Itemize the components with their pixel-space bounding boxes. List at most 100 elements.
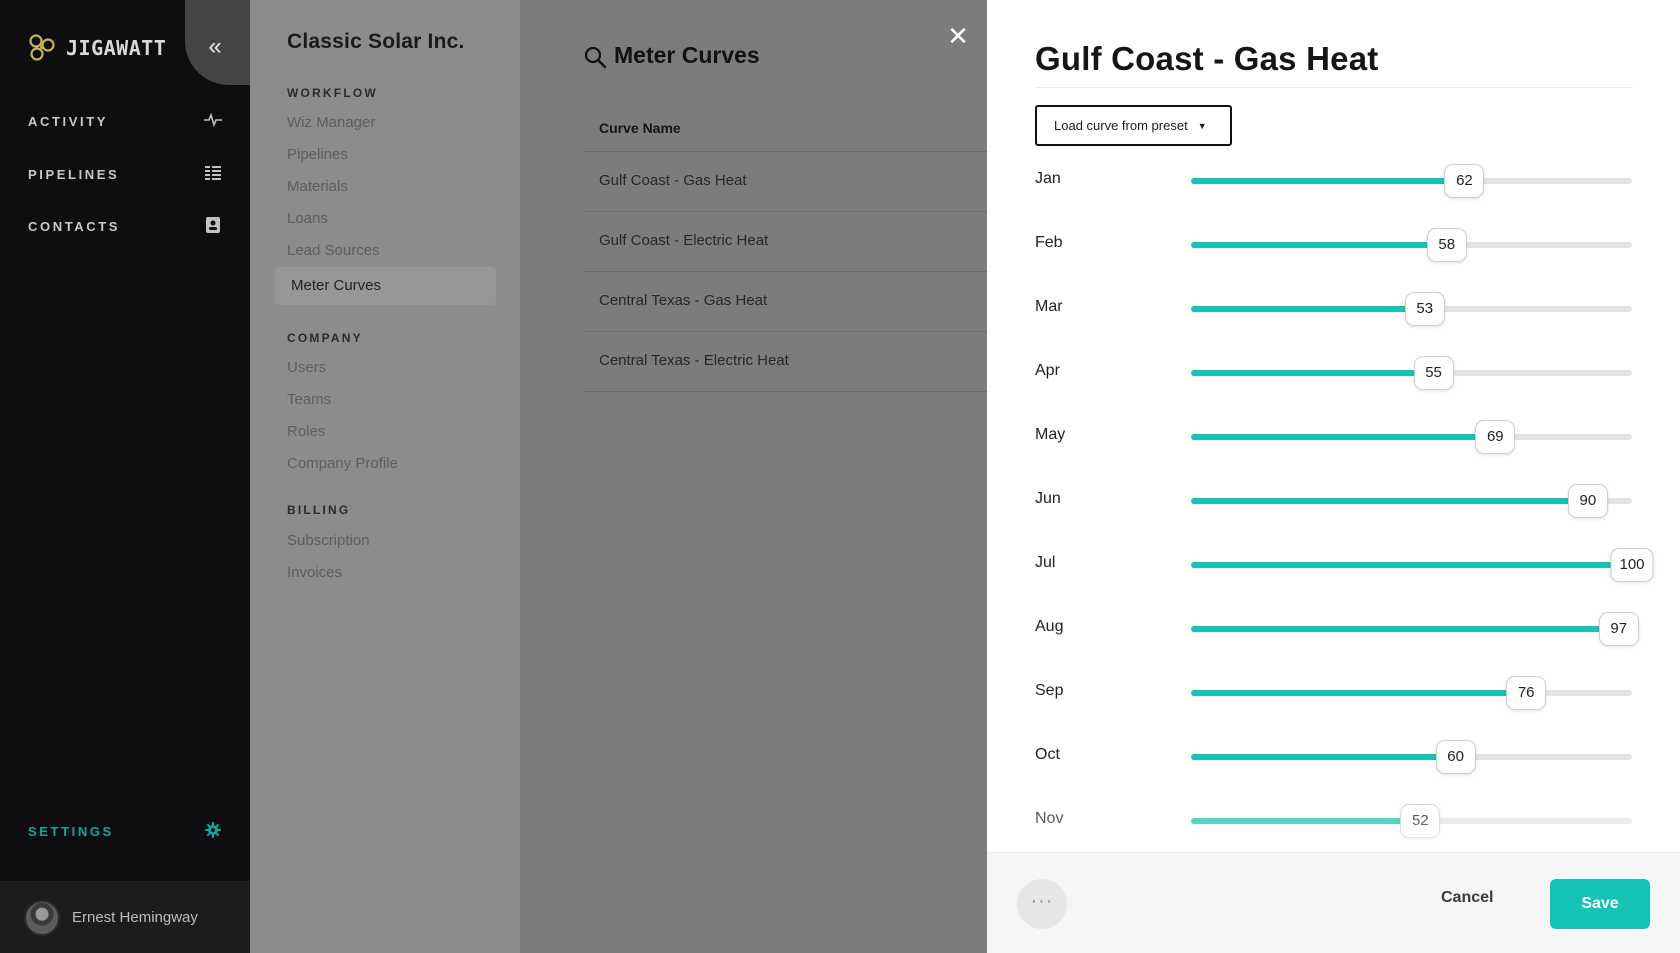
month-row-jun: Jun 90 — [987, 480, 1680, 520]
slider-track[interactable] — [1191, 626, 1632, 632]
month-label: May — [1035, 426, 1066, 443]
list-title: Meter Curves — [614, 42, 760, 68]
month-row-nov: Nov 52 — [987, 800, 1680, 840]
user-name: Ernest Hemingway — [72, 909, 198, 926]
month-label: Aug — [1035, 618, 1064, 635]
logo[interactable]: JIGAWATT — [26, 32, 166, 64]
nav-item-pipelines[interactable]: PIPELINES — [0, 154, 250, 194]
subnav-item-teams[interactable]: Teams — [287, 391, 331, 408]
slider-track[interactable] — [1191, 562, 1632, 568]
curve-name: Gulf Coast - Gas Heat — [599, 172, 747, 189]
subnav-item-roles[interactable]: Roles — [287, 423, 325, 440]
caret-down-icon: ▼ — [1197, 120, 1207, 131]
slider-track[interactable] — [1191, 178, 1632, 184]
slider-fill — [1191, 754, 1456, 760]
slider-fill — [1191, 178, 1465, 184]
slider-handle[interactable]: 69 — [1475, 420, 1516, 454]
slider-handle[interactable]: 90 — [1567, 484, 1608, 518]
month-row-sep: Sep 76 — [987, 672, 1680, 712]
month-row-jan: Jan 62 — [987, 160, 1680, 200]
slider-track[interactable] — [1191, 754, 1632, 760]
user-profile[interactable]: Ernest Hemingway — [0, 881, 250, 953]
slider-fill — [1191, 690, 1527, 696]
slider-handle[interactable]: 76 — [1506, 676, 1547, 710]
gear-icon — [204, 821, 222, 841]
subnav-item-pipelines[interactable]: Pipelines — [287, 146, 348, 163]
section-title-company: COMPANY — [287, 331, 363, 345]
slider-handle[interactable]: 52 — [1400, 804, 1441, 838]
slider-handle[interactable]: 97 — [1598, 612, 1639, 646]
subnav-item-users[interactable]: Users — [287, 359, 326, 376]
subnav-item-subscription[interactable]: Subscription — [287, 532, 370, 549]
settings-subnav: Classic Solar Inc. WORKFLOW Wiz Manager … — [250, 0, 520, 953]
subnav-item-wiz-manager[interactable]: Wiz Manager — [287, 114, 375, 131]
month-label: Nov — [1035, 810, 1064, 827]
company-name: Classic Solar Inc. — [287, 30, 465, 53]
subnav-item-lead-sources[interactable]: Lead Sources — [287, 242, 380, 259]
slider-handle[interactable]: 100 — [1610, 548, 1654, 582]
list-item[interactable]: Central Texas - Electric Heat — [584, 332, 987, 392]
subnav-item-label: Meter Curves — [291, 277, 382, 294]
subnav-item-invoices[interactable]: Invoices — [287, 564, 342, 581]
subnav-item-company-profile[interactable]: Company Profile — [287, 455, 398, 472]
list-item[interactable]: Gulf Coast - Electric Heat — [584, 212, 987, 272]
panel-footer: ··· Cancel Save — [987, 852, 1680, 953]
search-icon[interactable] — [583, 45, 607, 69]
curve-name: Gulf Coast - Electric Heat — [599, 232, 769, 249]
nav-item-contacts[interactable]: CONTACTS — [0, 206, 250, 246]
activity-pulse-icon — [204, 112, 222, 130]
cancel-button[interactable]: Cancel — [1441, 889, 1493, 907]
list-item[interactable]: Gulf Coast - Gas Heat — [584, 152, 987, 212]
column-header-label: Curve Name — [599, 120, 681, 136]
slider-handle[interactable]: 58 — [1426, 228, 1467, 262]
jigawatt-logo-icon — [29, 34, 55, 61]
month-label: Jan — [1035, 170, 1061, 187]
slider-handle[interactable]: 60 — [1435, 740, 1476, 774]
slider-handle[interactable]: 62 — [1444, 164, 1485, 198]
save-button[interactable]: Save — [1550, 879, 1650, 929]
panel-title: Gulf Coast - Gas Heat — [1035, 40, 1379, 77]
month-label: Mar — [1035, 298, 1063, 315]
subnav-item-materials[interactable]: Materials — [287, 178, 348, 195]
slider-fill — [1191, 498, 1588, 504]
column-header: Curve Name — [584, 104, 987, 152]
month-row-jul: Jul 100 — [987, 544, 1680, 584]
section-title-billing: BILLING — [287, 503, 351, 517]
section-title-workflow: WORKFLOW — [287, 86, 378, 100]
list-item[interactable]: Central Texas - Gas Heat — [584, 272, 987, 332]
month-label: Jun — [1035, 490, 1061, 507]
slider-fill — [1191, 562, 1632, 568]
nav-item-activity[interactable]: ACTIVITY — [0, 101, 250, 141]
slider-handle[interactable]: 53 — [1404, 292, 1445, 326]
close-icon[interactable]: ✕ — [944, 22, 972, 50]
slider-track[interactable] — [1191, 690, 1632, 696]
curve-name: Central Texas - Gas Heat — [599, 292, 768, 309]
subnav-item-meter-curves[interactable]: Meter Curves — [275, 267, 496, 305]
slider-fill — [1191, 434, 1496, 440]
load-preset-dropdown[interactable]: Load curve from preset ▼ — [1035, 105, 1232, 146]
collapse-sidebar-icon[interactable]: « — [200, 33, 230, 63]
slider-handle[interactable]: 55 — [1413, 356, 1454, 390]
slider-track[interactable] — [1191, 434, 1632, 440]
month-label: Sep — [1035, 682, 1064, 699]
slider-fill — [1191, 626, 1619, 632]
curve-name: Central Texas - Electric Heat — [599, 352, 789, 369]
month-row-feb: Feb 58 — [987, 224, 1680, 264]
month-row-may: May 69 — [987, 416, 1680, 456]
month-row-mar: Mar 53 — [987, 288, 1680, 328]
slider-track[interactable] — [1191, 498, 1632, 504]
nav-item-label: CONTACTS — [28, 218, 121, 234]
month-row-oct: Oct 60 — [987, 736, 1680, 776]
dropdown-label: Load curve from preset — [1054, 118, 1188, 133]
list-grid-icon — [204, 165, 222, 183]
logo-text: JIGAWATT — [66, 36, 167, 60]
contact-card-icon — [204, 216, 222, 236]
slider-track[interactable] — [1191, 370, 1632, 376]
subnav-item-loans[interactable]: Loans — [287, 210, 328, 227]
nav-item-settings[interactable]: SETTINGS — [0, 811, 250, 851]
slider-track[interactable] — [1191, 242, 1632, 248]
month-label: Jul — [1035, 554, 1056, 571]
more-options-button[interactable]: ··· — [1017, 879, 1067, 929]
nav-item-label: SETTINGS — [28, 823, 114, 839]
month-row-aug: Aug 97 — [987, 608, 1680, 648]
